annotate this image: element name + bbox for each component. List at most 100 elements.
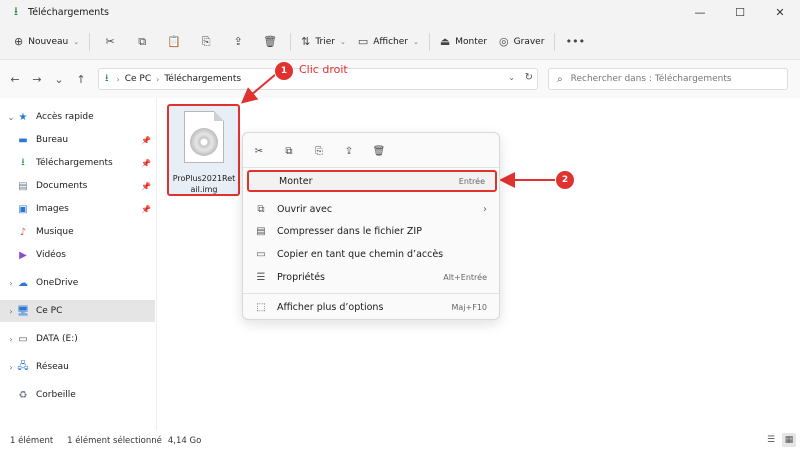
menu-item-open-with[interactable]: ⧉ Ouvrir avec › (247, 198, 497, 220)
new-label: Nouveau (28, 36, 69, 47)
breadcrumb-downloads[interactable]: Téléchargements (164, 74, 241, 84)
context-delete-button[interactable]: 🗑 (365, 139, 393, 163)
annotation-badge-1: 1 (275, 62, 293, 80)
pin-icon[interactable]: 📌 (141, 182, 151, 191)
paste-button[interactable]: 📋 (158, 29, 190, 55)
menu-item-compress-zip[interactable]: ▤ Compresser dans le fichier ZIP (247, 220, 497, 242)
menu-item-shortcut: Maj+F10 (451, 302, 487, 312)
chevron-right-icon[interactable]: › (6, 307, 16, 316)
breadcrumb-this-pc[interactable]: Ce PC (125, 74, 151, 84)
menu-item-copy-path[interactable]: ▭ Copier en tant que chemin d’accès (247, 243, 497, 265)
refresh-icon[interactable]: ↻ (525, 72, 533, 83)
chevron-right-icon[interactable]: › (6, 335, 16, 344)
menu-item-mount[interactable]: Monter Entrée (247, 170, 497, 192)
close-button[interactable]: ✕ (760, 0, 800, 24)
sidebar-item-label: Musique (36, 227, 74, 237)
forward-button[interactable]: → (26, 68, 48, 90)
menu-item-properties[interactable]: ☰ Propriétés Alt+Entrée (247, 266, 497, 288)
sidebar-item-label: Images (36, 204, 69, 214)
burn-button[interactable]: ◎ Graver (493, 29, 550, 55)
sidebar-item-videos[interactable]: ▶ Vidéos (0, 244, 155, 266)
file-name: ProPlus2021Retail.img (172, 174, 236, 194)
sidebar-item-desktop[interactable]: ▬ Bureau 📌 (0, 129, 155, 151)
context-share-button[interactable]: ⇪ (335, 139, 363, 163)
sidebar-item-quick-access[interactable]: ⌄ ★ Accès rapide (0, 106, 155, 128)
drive-icon: ▭ (18, 333, 28, 345)
sidebar-item-label: Réseau (36, 362, 69, 372)
sidebar-item-label: DATA (E:) (36, 334, 78, 344)
mount-toolbar-button[interactable]: ⏏ Monter (434, 29, 493, 55)
context-rename-button[interactable]: ⎘ (305, 139, 333, 163)
sidebar-item-music[interactable]: ♪ Musique (0, 221, 155, 243)
chevron-right-icon[interactable]: › (6, 363, 16, 372)
up-button[interactable]: ↑ (70, 68, 92, 90)
rename-button[interactable]: ⎘ (190, 29, 222, 55)
more-options-button[interactable]: ••• (559, 29, 591, 55)
navigation-pane: ⌄ ★ Accès rapide ▬ Bureau 📌 ⭳ Télécharge… (0, 98, 157, 430)
sidebar-item-onedrive[interactable]: › ☁ OneDrive (0, 272, 155, 294)
tiles-view-button[interactable]: ▦ (782, 433, 796, 447)
context-copy-button[interactable]: ⧉ (275, 139, 303, 163)
open-with-icon: ⧉ (257, 203, 265, 215)
rename-icon: ⎘ (201, 34, 211, 48)
delete-button[interactable]: 🗑 (254, 29, 286, 55)
minimize-button[interactable]: — (680, 0, 720, 24)
music-icon: ♪ (19, 226, 27, 238)
sidebar-item-this-pc[interactable]: › 🖥 Ce PC (0, 300, 155, 322)
file-item-img[interactable]: ProPlus2021Retail.img (167, 104, 240, 196)
search-input[interactable]: ⌕ Rechercher dans : Téléchargements (548, 68, 788, 90)
mount-toolbar-label: Monter (455, 36, 488, 47)
recent-locations-button[interactable]: ⌄ (48, 68, 70, 90)
view-button[interactable]: ▭ Afficher ⌄ (352, 29, 425, 55)
title-bar: ⭳ Téléchargements — ☐ ✕ (0, 0, 800, 24)
menu-item-label: Compresser dans le fichier ZIP (277, 225, 422, 237)
annotation-badge-2: 2 (556, 171, 574, 189)
tiles-view-icon: ▦ (784, 435, 794, 445)
search-placeholder: Rechercher dans : Téléchargements (570, 74, 732, 84)
sidebar-item-downloads[interactable]: ⭳ Téléchargements 📌 (0, 152, 155, 174)
copy-button[interactable]: ⧉ (126, 29, 158, 55)
sidebar-item-label: Accès rapide (36, 112, 94, 122)
more-options-icon: ⬚ (256, 301, 266, 313)
image-icon: ▣ (18, 203, 28, 215)
trash-icon: 🗑 (263, 35, 278, 48)
context-cut-button[interactable]: ✂ (245, 139, 273, 163)
sidebar-item-data-drive[interactable]: › ▭ DATA (E:) (0, 328, 155, 350)
maximize-button[interactable]: ☐ (720, 0, 760, 24)
pin-icon[interactable]: 📌 (141, 205, 151, 214)
mount-drive-icon: ⏏ (439, 35, 451, 48)
video-icon: ▶ (19, 249, 27, 261)
share-button[interactable]: ⇪ (222, 29, 254, 55)
sidebar-item-network[interactable]: › 🖧 Réseau (0, 356, 155, 378)
sidebar-item-label: Bureau (36, 135, 69, 145)
chevron-down-icon[interactable]: ⌄ (508, 73, 515, 82)
copy-path-icon: ▭ (256, 248, 266, 260)
back-button[interactable]: ← (4, 68, 26, 90)
chevron-down-icon: ⌄ (413, 37, 419, 46)
menu-item-more-options[interactable]: ⬚ Afficher plus d’options Maj+F10 (247, 296, 497, 318)
share-icon: ⇪ (233, 35, 243, 48)
chevron-right-icon[interactable]: › (6, 279, 16, 288)
chevron-down-icon[interactable]: ⌄ (6, 113, 16, 122)
new-button[interactable]: ⊕ Nouveau ⌄ (8, 29, 85, 55)
pin-icon[interactable]: 📌 (141, 159, 151, 168)
details-view-button[interactable]: ☰ (764, 433, 778, 447)
sidebar-item-documents[interactable]: ▤ Documents 📌 (0, 175, 155, 197)
cut-button[interactable]: ✂ (94, 29, 126, 55)
sidebar-item-recycle-bin[interactable]: ♻ Corbeille (0, 384, 155, 406)
toolbar-divider (428, 32, 430, 51)
sidebar-item-images[interactable]: ▣ Images 📌 (0, 198, 155, 220)
sidebar-item-label: Documents (36, 181, 88, 191)
pin-icon[interactable]: 📌 (141, 136, 151, 145)
sidebar-item-label: Vidéos (36, 250, 66, 260)
sort-button[interactable]: ⇅ Trier ⌄ (295, 29, 352, 55)
download-icon: ⭳ (21, 156, 25, 168)
clipboard-icon: 📋 (167, 35, 181, 48)
chevron-right-icon: › (483, 203, 487, 215)
properties-icon: ☰ (256, 271, 266, 283)
more-icon: ••• (565, 35, 586, 48)
arrow-up-icon: ↑ (76, 72, 86, 86)
sidebar-item-label: Corbeille (36, 390, 76, 400)
desktop-icon: ▬ (18, 134, 28, 146)
status-size: 4,14 Go (167, 435, 202, 446)
